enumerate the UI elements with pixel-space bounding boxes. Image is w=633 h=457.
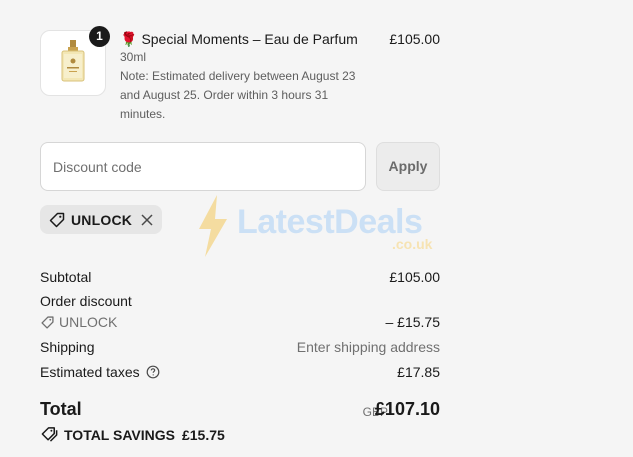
applied-discount-chip: UNLOCK <box>40 205 163 234</box>
subtotal-label: Subtotal <box>40 269 92 285</box>
quantity-badge: 1 <box>89 26 110 47</box>
tags-icon <box>40 425 59 444</box>
total-savings: TOTAL SAVINGS £15.75 <box>40 425 225 444</box>
product-name-text: Special Moments – Eau de Parfum <box>141 31 358 47</box>
apply-button[interactable]: Apply <box>376 142 440 191</box>
total-value: £107.10 <box>374 399 440 419</box>
discount-code-row: UNLOCK <box>40 314 117 330</box>
shipping-value: Enter shipping address <box>296 339 440 355</box>
latestdeals-watermark: LatestDeals .co.uk <box>193 195 443 257</box>
product-variant: 30ml <box>120 50 147 64</box>
shipping-label: Shipping <box>40 339 95 355</box>
total-label: Total <box>40 399 82 419</box>
close-icon[interactable] <box>140 213 154 227</box>
discount-code-input[interactable] <box>40 142 366 191</box>
watermark-subtext: .co.uk <box>392 236 433 252</box>
tag-icon <box>40 315 55 330</box>
rose-emoji: 🌹 <box>120 31 138 47</box>
savings-label: TOTAL SAVINGS <box>64 426 175 443</box>
taxes-label-text: Estimated taxes <box>40 364 140 380</box>
applied-code-label: UNLOCK <box>71 211 133 228</box>
order-discount-label: Order discount <box>40 293 132 309</box>
taxes-value: £17.85 <box>397 364 440 380</box>
discount-value: – £15.75 <box>385 314 441 330</box>
question-circle-icon[interactable] <box>146 365 160 379</box>
discount-code-name: UNLOCK <box>59 314 118 330</box>
estimated-taxes-label: Estimated taxes <box>40 364 160 380</box>
savings-value: £15.75 <box>181 426 225 443</box>
lightning-icon <box>199 195 227 257</box>
product-price: £105.00 <box>389 31 440 47</box>
subtotal-value: £105.00 <box>389 269 440 285</box>
product-name: 🌹 Special Moments – Eau de Parfum <box>120 31 358 48</box>
delivery-note: Note: Estimated delivery between August … <box>120 69 356 121</box>
tag-icon <box>48 211 66 229</box>
